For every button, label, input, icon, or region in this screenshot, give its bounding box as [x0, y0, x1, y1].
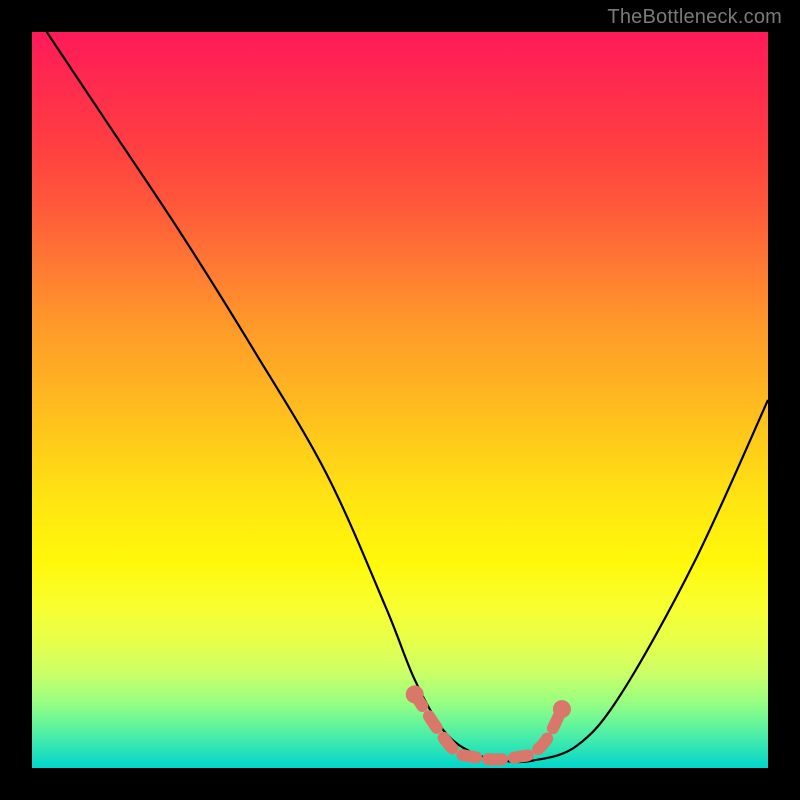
chart-frame: TheBottleneck.com — [0, 0, 800, 800]
highlight-dash — [415, 694, 562, 759]
highlight-markers — [406, 685, 571, 759]
watermark-text: TheBottleneck.com — [607, 6, 782, 29]
bottleneck-curve — [47, 32, 768, 762]
plot-area — [32, 32, 768, 768]
highlight-end-dot — [406, 685, 424, 703]
highlight-end-dot — [553, 700, 571, 718]
curve-layer — [32, 32, 768, 768]
